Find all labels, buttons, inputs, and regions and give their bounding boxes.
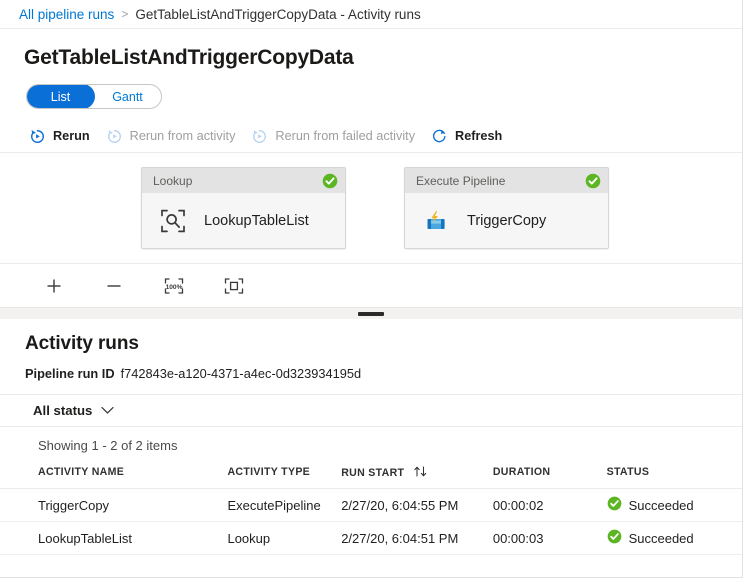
view-toggle-gantt[interactable]: Gantt (93, 84, 162, 109)
activity-runs-table: ACTIVITY NAME ACTIVITY TYPE RUN START (0, 465, 742, 555)
cell-activity-name: TriggerCopy (0, 489, 227, 522)
refresh-button[interactable]: Refresh (426, 121, 513, 151)
pipeline-node-lookup[interactable]: Lookup (141, 167, 346, 249)
column-header-activity-type[interactable]: ACTIVITY TYPE (227, 465, 341, 489)
status-badge: Succeeded (629, 531, 694, 546)
panel-splitter[interactable] (0, 307, 742, 319)
cell-duration: 00:00:02 (493, 489, 607, 522)
pipeline-run-id-label: Pipeline run ID (25, 366, 115, 381)
table-row[interactable]: LookupTableList Lookup 2/27/20, 6:04:51 … (0, 522, 742, 555)
breadcrumb: All pipeline runs > GetTableListAndTrigg… (0, 0, 742, 29)
cell-run-start: 2/27/20, 6:04:55 PM (341, 489, 493, 522)
cell-run-start: 2/27/20, 6:04:51 PM (341, 522, 493, 555)
status-succeeded-icon (607, 529, 622, 547)
activity-runs-panel: Activity runs Pipeline run ID f742843e-a… (0, 319, 742, 555)
canvas-zoom-toolbar: 100% (0, 263, 742, 307)
execute-pipeline-icon (421, 206, 451, 236)
column-header-run-start-label: RUN START (341, 467, 404, 479)
rerun-from-activity-icon (105, 127, 124, 146)
cell-status: Succeeded (607, 522, 742, 555)
pipeline-run-id-row: Pipeline run ID f742843e-a120-4371-a4ec-… (0, 355, 742, 381)
table-header-row: ACTIVITY NAME ACTIVITY TYPE RUN START (0, 465, 742, 489)
cell-duration: 00:00:03 (493, 522, 607, 555)
column-header-status[interactable]: STATUS (607, 465, 742, 489)
success-check-icon (322, 173, 338, 189)
sort-ascending-descending-icon[interactable] (413, 466, 428, 480)
cell-activity-type: Lookup (227, 522, 341, 555)
zoom-in-button[interactable] (42, 274, 66, 298)
node-body-lookup: LookupTableList (142, 193, 345, 248)
status-succeeded-icon (607, 496, 622, 514)
chevron-down-icon (101, 403, 114, 418)
rerun-from-failed-activity-button[interactable]: Rerun from failed activity (246, 121, 426, 151)
page-title: GetTableListAndTriggerCopyData (0, 29, 742, 70)
node-name-lookuptablelist: LookupTableList (204, 213, 309, 229)
showing-count-text: Showing 1 - 2 of 2 items (0, 427, 742, 453)
zoom-to-100-button[interactable]: 100% (162, 274, 186, 298)
rerun-from-activity-button[interactable]: Rerun from activity (101, 121, 247, 151)
rerun-button[interactable]: Rerun (24, 121, 101, 151)
view-toggle-list[interactable]: List (26, 84, 95, 109)
status-badge: Succeeded (629, 498, 694, 513)
node-header-execute-pipeline: Execute Pipeline (405, 168, 608, 193)
column-header-run-start[interactable]: RUN START (341, 465, 493, 489)
pipeline-run-id-value: f742843e-a120-4371-a4ec-0d323934195d (121, 366, 362, 381)
node-header-lookup: Lookup (142, 168, 345, 193)
view-toggle: List Gantt (26, 84, 162, 109)
pipeline-node-execute-pipeline[interactable]: Execute Pipeline (404, 167, 609, 249)
status-filter-row: All status (0, 394, 742, 427)
splitter-grip[interactable] (358, 312, 384, 316)
breadcrumb-current: GetTableListAndTriggerCopyData - Activit… (135, 7, 420, 22)
status-filter-dropdown[interactable]: All status (33, 403, 114, 418)
breadcrumb-link-all-pipeline-runs[interactable]: All pipeline runs (19, 7, 114, 22)
zoom-out-button[interactable] (102, 274, 126, 298)
cell-activity-name: LookupTableList (0, 522, 227, 555)
svg-text:100%: 100% (166, 284, 183, 291)
refresh-icon (430, 127, 449, 146)
node-type-label: Lookup (153, 174, 322, 188)
rerun-icon (28, 127, 47, 146)
rerun-from-failed-activity-label: Rerun from failed activity (275, 129, 415, 143)
cell-status: Succeeded (607, 489, 742, 522)
column-header-activity-name[interactable]: ACTIVITY NAME (0, 465, 227, 489)
rerun-from-activity-label: Rerun from activity (130, 129, 236, 143)
cell-activity-type: ExecutePipeline (227, 489, 341, 522)
node-name-triggercopy: TriggerCopy (467, 213, 546, 229)
refresh-button-label: Refresh (455, 129, 502, 143)
activity-runs-title: Activity runs (0, 319, 742, 355)
zoom-to-fit-button[interactable] (222, 274, 246, 298)
lookup-magnifier-icon (158, 206, 188, 236)
table-row[interactable]: TriggerCopy ExecutePipeline 2/27/20, 6:0… (0, 489, 742, 522)
rerun-button-label: Rerun (53, 129, 90, 143)
success-check-icon (585, 173, 601, 189)
column-header-duration[interactable]: DURATION (493, 465, 607, 489)
command-toolbar: Rerun Rerun from activity Rerun from (0, 120, 742, 153)
pipeline-canvas[interactable]: Lookup (0, 153, 742, 263)
breadcrumb-separator-icon: > (121, 7, 128, 21)
status-filter-label: All status (33, 403, 92, 418)
activity-runs-page: All pipeline runs > GetTableListAndTrigg… (0, 0, 743, 578)
rerun-from-failed-activity-icon (250, 127, 269, 146)
node-body-execute-pipeline: TriggerCopy (405, 193, 608, 248)
node-type-label: Execute Pipeline (416, 174, 585, 188)
